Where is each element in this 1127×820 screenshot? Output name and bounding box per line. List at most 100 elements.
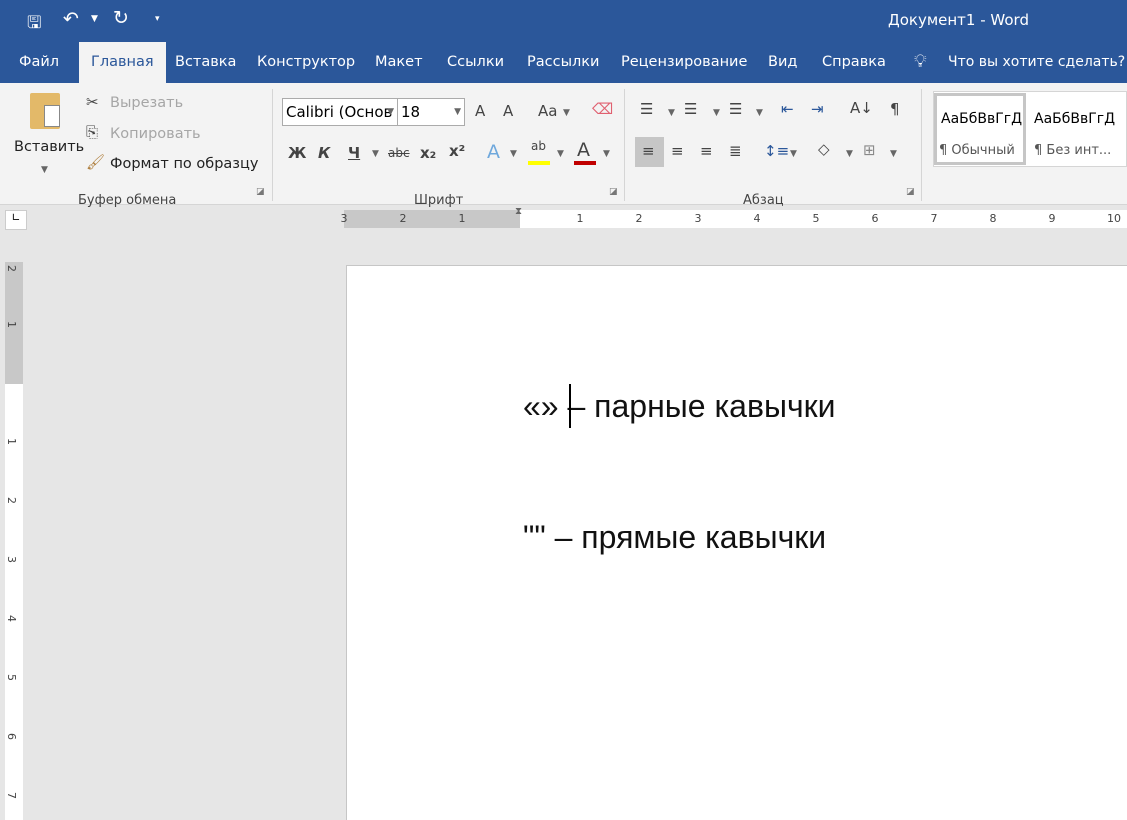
save-icon[interactable]: 🖫 <box>27 10 41 39</box>
undo-dropdown-icon[interactable]: ▼ <box>91 14 98 24</box>
align-left-button[interactable]: ≡ <box>635 137 664 167</box>
ruler-number: 1 <box>458 212 466 225</box>
ruler-number: 3 <box>340 212 348 225</box>
ruler-number: 1 <box>5 438 18 445</box>
tab-view[interactable]: Вид <box>756 42 809 83</box>
clear-formatting-icon[interactable]: ⌫ <box>592 100 613 118</box>
paragraph-dialog-launcher-icon[interactable]: ◪ <box>906 187 915 197</box>
paste-icon[interactable] <box>30 93 60 129</box>
ruler-number: 1 <box>576 212 584 225</box>
document-page[interactable]: «» – парные кавычки "" – прямые кавычки <box>346 265 1127 820</box>
group-label-paragraph: Абзац <box>743 193 784 208</box>
style-preview: АаБбВвГгД <box>941 111 1023 127</box>
ruler-number: 8 <box>989 212 997 225</box>
align-center-icon[interactable]: ≡ <box>671 142 684 160</box>
justify-icon[interactable]: ≣ <box>729 142 742 160</box>
shrink-font-button[interactable]: A <box>503 102 513 120</box>
ruler-number: 2 <box>5 497 18 504</box>
decrease-indent-icon[interactable]: ⇤ <box>781 100 794 118</box>
redo-icon[interactable]: ↻ <box>113 7 129 29</box>
font-color-icon[interactable]: A <box>577 139 590 161</box>
increase-indent-icon[interactable]: ⇥ <box>811 100 824 118</box>
grow-font-button[interactable]: A <box>475 102 485 120</box>
tab-help[interactable]: Справка <box>810 42 898 83</box>
ruler-number: 2 <box>399 212 407 225</box>
bullets-icon[interactable]: ☰ <box>640 100 653 118</box>
horizontal-ruler[interactable]: 3 2 1 1 2 3 4 5 6 7 8 9 10 ⧗ <box>341 206 1127 228</box>
shading-icon[interactable]: ◇ <box>818 140 830 158</box>
tab-mailings[interactable]: Рассылки <box>515 42 611 83</box>
font-size-select[interactable]: 18 ▼ <box>397 98 465 126</box>
ruler-number: 5 <box>5 674 18 681</box>
window-title: Документ1 - Word <box>888 11 1029 29</box>
line-spacing-icon[interactable]: ↕≡ <box>764 142 789 160</box>
ruler-number: 7 <box>5 792 18 799</box>
align-right-icon[interactable]: ≡ <box>700 142 713 160</box>
undo-icon[interactable]: ↶ <box>63 8 79 30</box>
paste-button[interactable]: Вставить <box>14 139 84 155</box>
show-formatting-button[interactable]: ¶ <box>890 100 900 118</box>
underline-dropdown-icon[interactable]: ▼ <box>372 149 379 159</box>
font-size-value: 18 <box>401 103 421 121</box>
font-dialog-launcher-icon[interactable]: ◪ <box>609 187 618 197</box>
style-name: ¶ Обычный <box>939 143 1015 158</box>
change-case-dropdown-icon[interactable]: ▼ <box>563 108 570 118</box>
tab-layout[interactable]: Макет <box>363 42 435 83</box>
style-preview: АаБбВвГгД <box>1034 111 1116 127</box>
tab-references[interactable]: Ссылки <box>435 42 516 83</box>
text-effects-icon[interactable]: A <box>487 141 500 163</box>
paste-dropdown-icon[interactable]: ▼ <box>41 165 48 175</box>
underline-button[interactable]: Ч <box>348 144 360 162</box>
ruler-number: 6 <box>871 212 879 225</box>
bold-button[interactable]: Ж <box>288 144 306 162</box>
dialog-launcher-icon[interactable]: ◪ <box>256 187 265 197</box>
subscript-button[interactable]: x₂ <box>420 144 436 162</box>
highlight-icon[interactable]: ab <box>531 139 546 153</box>
indent-marker-icon[interactable]: ⧗ <box>515 206 522 217</box>
highlight-dropdown-icon[interactable]: ▼ <box>557 149 564 159</box>
numbering-icon[interactable]: ☰ <box>684 100 697 118</box>
document-line-2[interactable]: "" – прямые кавычки <box>523 519 826 556</box>
copy-button[interactable]: Копировать <box>110 126 201 142</box>
ruler-number: 7 <box>930 212 938 225</box>
multilevel-list-icon[interactable]: ☰ <box>729 100 742 118</box>
cut-button[interactable]: Вырезать <box>110 95 183 111</box>
text-effects-dropdown-icon[interactable]: ▼ <box>510 149 517 159</box>
italic-button[interactable]: К <box>318 144 330 162</box>
tab-home[interactable]: Главная <box>79 42 166 83</box>
borders-icon[interactable]: ⊞ <box>863 141 876 159</box>
title-bar: 🖫 ↶ ▼ ↻ ▾ Документ1 - Word <box>0 0 1127 42</box>
tab-review[interactable]: Рецензирование <box>609 42 759 83</box>
format-painter-icon: 🖌︎ <box>86 153 106 171</box>
tell-me-input[interactable]: Что вы хотите сделать? <box>948 54 1125 70</box>
ruler-number: 6 <box>5 733 18 740</box>
tab-insert[interactable]: Вставка <box>163 42 248 83</box>
style-normal[interactable]: АаБбВвГгД ¶ Обычный <box>934 93 1026 165</box>
style-name: ¶ Без инт... <box>1034 143 1112 158</box>
change-case-button[interactable]: Aa <box>538 102 557 120</box>
ruler-number: 3 <box>5 556 18 563</box>
ribbon: Вставить ▼ ✂ Вырезать ⎘ Копировать 🖌︎ Фо… <box>0 83 1127 208</box>
strikethrough-button[interactable]: abc <box>388 146 410 160</box>
ruler-number: 3 <box>694 212 702 225</box>
text-cursor <box>569 384 571 428</box>
sort-icon[interactable]: A↓ <box>850 99 873 117</box>
ruler-number: 5 <box>812 212 820 225</box>
group-label-font: Шрифт <box>414 193 464 208</box>
customize-icon[interactable]: ▾ <box>155 14 160 24</box>
format-painter-button[interactable]: Формат по образцу <box>110 156 258 172</box>
superscript-button[interactable]: x² <box>449 142 465 160</box>
font-name-select[interactable]: Calibri (Основ ▼ <box>282 98 398 126</box>
lightbulb-icon: 💡︎ <box>914 51 927 72</box>
tab-design[interactable]: Конструктор <box>245 42 367 83</box>
tab-selector[interactable]: ∟ <box>5 210 27 230</box>
highlight-color-bar <box>528 161 550 165</box>
ruler-number: 1 <box>5 321 18 328</box>
style-no-spacing[interactable]: АаБбВвГгД ¶ Без инт... <box>1030 93 1122 165</box>
ruler-number: 4 <box>5 615 18 622</box>
vertical-ruler[interactable]: 2 1 1 2 3 4 5 6 7 <box>5 262 23 820</box>
group-label-clipboard: Буфер обмена <box>78 193 177 208</box>
ruler-number: 9 <box>1048 212 1056 225</box>
font-color-dropdown-icon[interactable]: ▼ <box>603 149 610 159</box>
tab-file[interactable]: Файл <box>7 42 71 83</box>
